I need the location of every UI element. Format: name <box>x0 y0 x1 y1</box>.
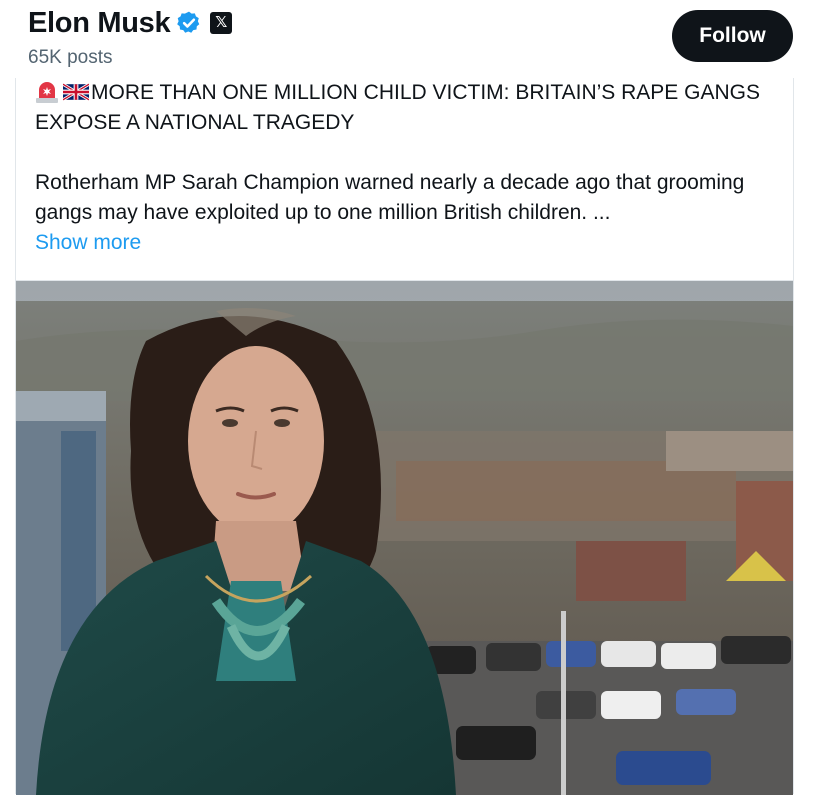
x-logo-icon[interactable]: 𝕏 <box>210 12 233 34</box>
profile-name[interactable]: Elon Musk <box>28 4 171 42</box>
uk-flag-icon <box>63 83 89 101</box>
post-image[interactable] <box>16 280 793 795</box>
post-body: Rotherham MP Sarah Champion warned nearl… <box>35 168 775 258</box>
show-more-link[interactable]: Show more <box>35 228 141 258</box>
post-text-block: MORE THAN ONE MILLION CHILD VICTIM: BRIT… <box>35 78 775 258</box>
headline-text: MORE THAN ONE MILLION CHILD VICTIM: BRIT… <box>35 81 760 134</box>
post-headline: MORE THAN ONE MILLION CHILD VICTIM: BRIT… <box>35 78 775 138</box>
verified-badge-icon <box>177 11 200 33</box>
profile-header: Elon Musk 𝕏 65K posts Follow <box>0 0 838 78</box>
post-card: MORE THAN ONE MILLION CHILD VICTIM: BRIT… <box>15 78 794 795</box>
follow-button[interactable]: Follow <box>672 10 793 62</box>
post-count: 65K posts <box>28 47 113 68</box>
body-text: Rotherham MP Sarah Champion warned nearl… <box>35 171 745 224</box>
post-photo-illustration <box>16 281 793 795</box>
police-siren-icon <box>36 82 58 103</box>
profile-name-row: Elon Musk 𝕏 <box>28 4 233 42</box>
